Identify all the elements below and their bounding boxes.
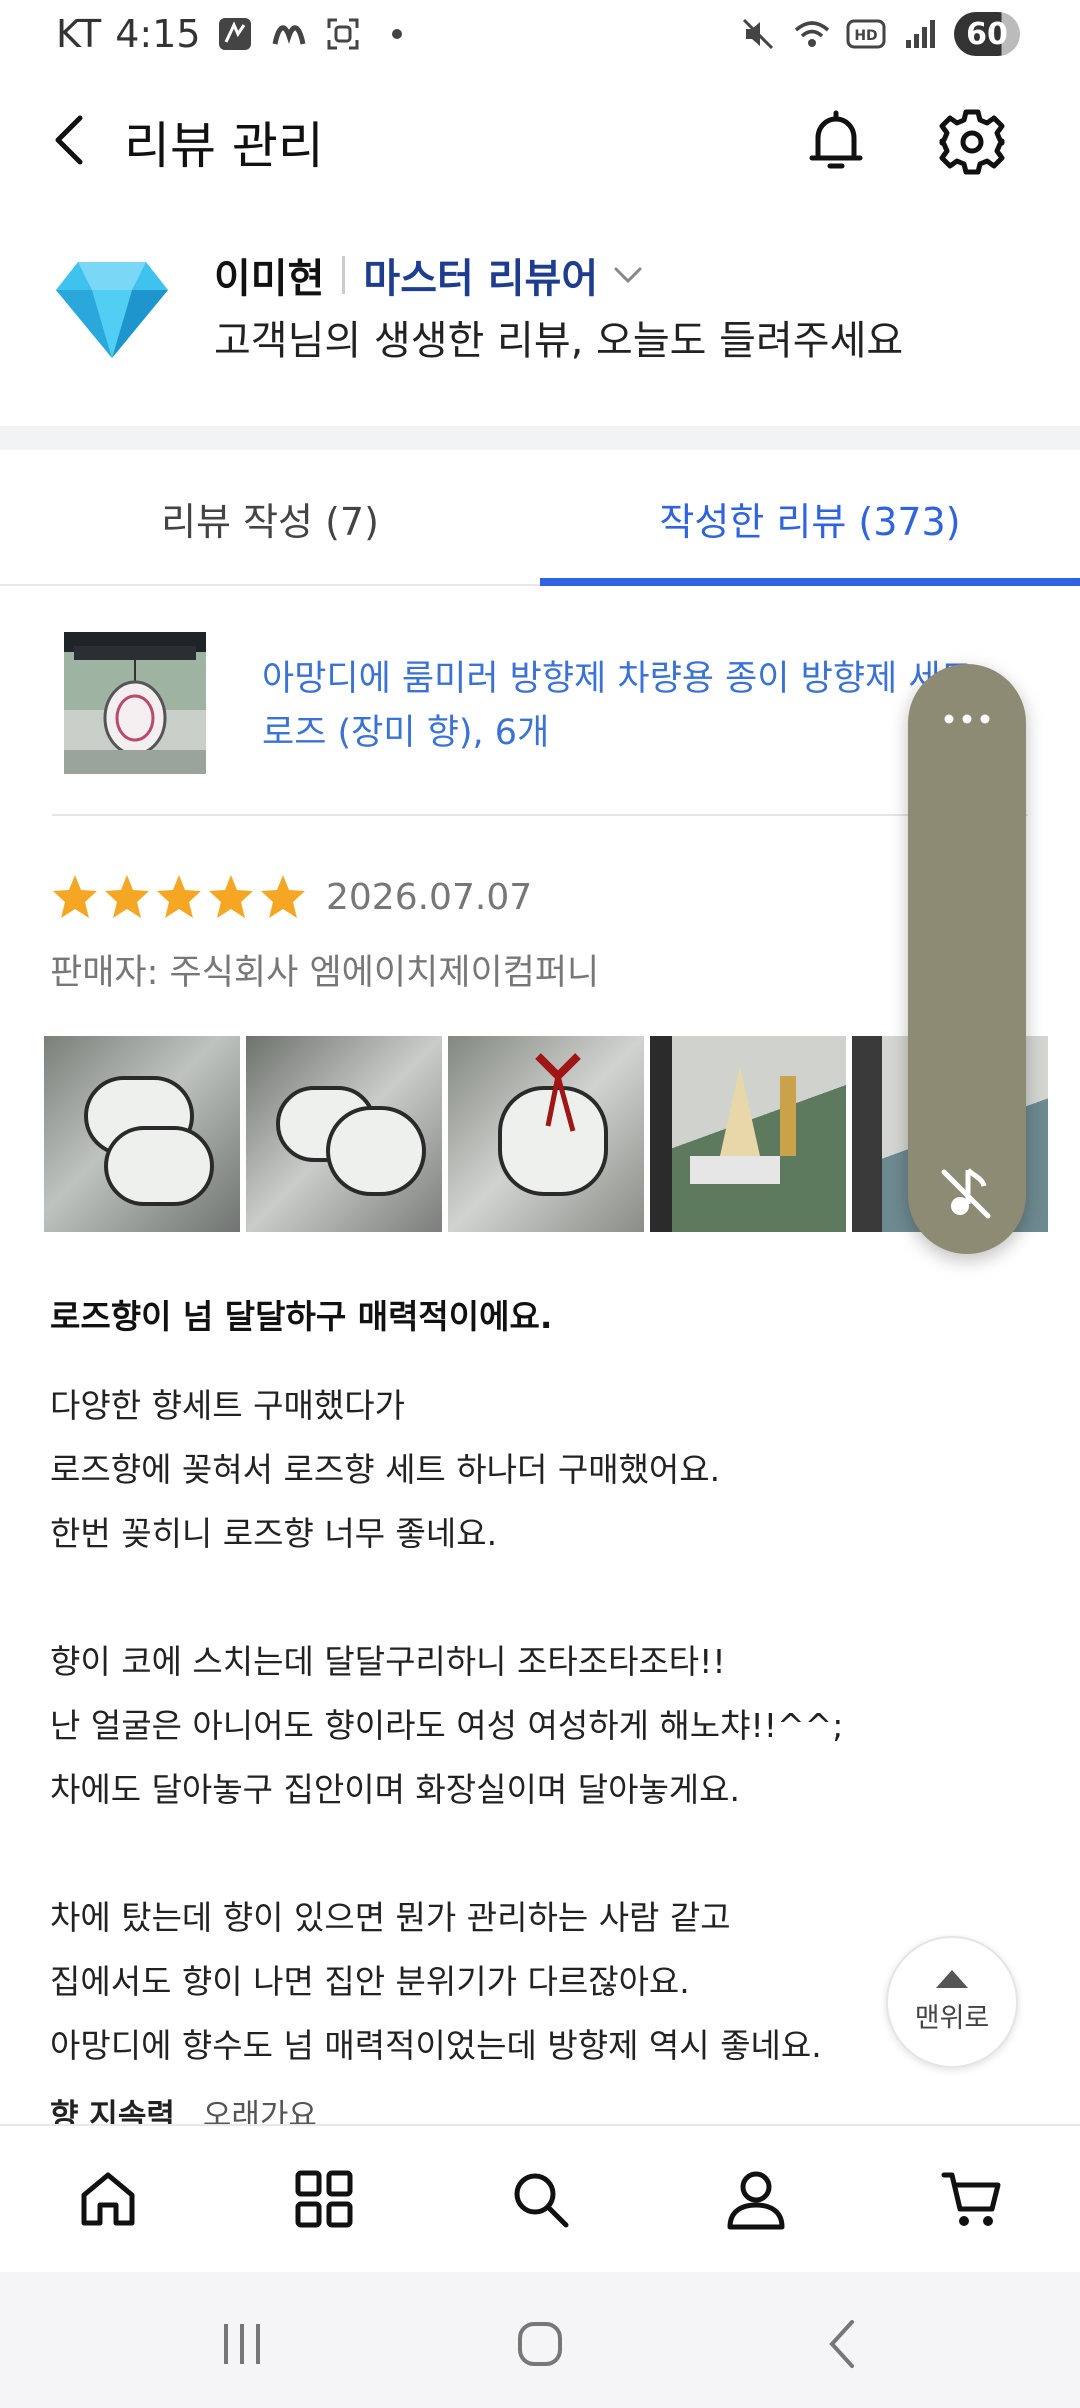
review-photo-4[interactable] [650, 1036, 846, 1232]
app-header: 리뷰 관리 [0, 88, 1080, 198]
review-line: 로즈향에 꽂혀서 로즈향 세트 하나더 구매했어요. [50, 1450, 721, 1489]
hd-icon: HD [846, 14, 886, 54]
review-blank-line [50, 1566, 1010, 1630]
home-system-button[interactable] [512, 2316, 568, 2372]
review-rating-row: 2026.07.07 [50, 872, 532, 922]
nav-home[interactable] [68, 2159, 148, 2239]
reviewer-name-row[interactable]: 이미현 마스터 리뷰어 [214, 246, 644, 304]
nav-my-page[interactable] [716, 2159, 796, 2239]
star-icon [157, 875, 201, 918]
home-icon [81, 2172, 135, 2226]
arrow-up-icon [936, 1969, 968, 1988]
star-icon [53, 875, 97, 918]
music-off-icon [941, 1168, 991, 1219]
gear-icon [939, 109, 1005, 175]
seller-name: 판매자: 주식회사 엠에이치제이컴퍼니 [50, 953, 600, 993]
search-icon [514, 2173, 569, 2228]
user-icon [727, 2171, 785, 2230]
notification-button[interactable] [800, 106, 872, 178]
review-line: 차에 탔는데 향이 있으면 뭔가 관리하는 사람 같고 [50, 1898, 731, 1937]
carrier-label: KT [56, 12, 102, 56]
tab-write-review[interactable]: 리뷰 작성 (7) [0, 450, 540, 586]
nav-cart[interactable] [932, 2159, 1012, 2239]
chevron-down-icon [614, 267, 642, 284]
scroll-to-top-label: 맨위로 [914, 2002, 990, 2034]
reviewer-grade: 마스터 리뷰어 [363, 256, 599, 302]
app-notification-icon-2 [269, 14, 309, 54]
clock: 4:15 [115, 12, 201, 56]
review-photo-2[interactable] [246, 1036, 442, 1232]
diamond-icon [52, 256, 172, 362]
star-rating [50, 872, 310, 922]
review-line: 향이 코에 스치는데 달달구리하니 조타조타조타!! [50, 1642, 726, 1681]
bottom-navigation [0, 2124, 1080, 2272]
bell-icon [809, 110, 863, 169]
review-blank-line [50, 1822, 1010, 1886]
review-photos [44, 1036, 1048, 1232]
wifi-icon [792, 14, 832, 54]
battery-indicator: 60 [954, 12, 1020, 56]
review-tabs: 리뷰 작성 (7) 작성한 리뷰 (373) [0, 450, 1080, 586]
back-button[interactable] [42, 110, 102, 170]
settings-button[interactable] [936, 106, 1008, 178]
active-tab-indicator [540, 578, 1080, 586]
more-horizontal-icon [944, 714, 990, 724]
cart-icon [941, 2172, 1001, 2226]
review-title: 로즈향이 넘 달달하구 매력적이에요. [50, 1297, 553, 1336]
star-icon [209, 875, 253, 918]
review-body: 다양한 향세트 구매했다가로즈향에 꽂혀서 로즈향 세트 하나더 구매했어요. 한… [50, 1374, 1010, 2078]
home-circle-icon [518, 2322, 562, 2366]
back-arrow-icon [829, 2320, 854, 2368]
star-icon [105, 875, 149, 918]
product-divider [52, 814, 1028, 816]
review-line: 집에서도 향이 나면 집안 분위기가 다르잖아요. [50, 1962, 690, 2001]
screenshot-icon [323, 14, 363, 54]
status-right: HD 60 [738, 12, 1020, 56]
nav-search[interactable] [500, 2159, 580, 2239]
review-line: 한번 꽂히니 로즈향 너무 좋네요. [50, 1514, 498, 1553]
app-notification-icon [215, 14, 255, 54]
music-off-button[interactable] [934, 1160, 998, 1224]
review-line: 차에도 달아놓구 집안이며 화장실이며 달아놓게요. [50, 1770, 741, 1809]
back-system-button[interactable] [816, 2316, 872, 2372]
status-left: KT 4:15 [56, 12, 417, 56]
product-thumbnail[interactable] [64, 632, 206, 774]
floating-media-panel[interactable] [908, 664, 1026, 1254]
svg-text:HD: HD [854, 28, 877, 44]
status-bar: KT 4:15 HD 60 [0, 0, 1080, 70]
chevron-left-icon [55, 115, 83, 165]
reviewer-profile: 이미현 마스터 리뷰어 고객님의 생생한 리뷰, 오늘도 들려주세요 [0, 230, 1080, 400]
more-options-button[interactable] [938, 704, 996, 734]
dot-icon [377, 14, 417, 54]
reviewer-name: 이미현 [214, 256, 325, 302]
profile-subtitle: 고객님의 생생한 리뷰, 오늘도 들려주세요 [214, 318, 904, 364]
grid-icon [295, 2170, 353, 2228]
review-photo-3[interactable] [448, 1036, 644, 1232]
review-line: 다양한 향세트 구매했다가 [50, 1386, 405, 1425]
tab-written-reviews[interactable]: 작성한 리뷰 (373) [540, 450, 1080, 586]
review-line: 난 얼굴은 아니어도 향이라도 여성 여성하게 해노챠!!^^; [50, 1706, 844, 1745]
system-navigation-bar [0, 2272, 1080, 2408]
nav-categories[interactable] [284, 2159, 364, 2239]
recent-apps-button[interactable] [214, 2316, 270, 2372]
mute-icon [738, 14, 778, 54]
page-title: 리뷰 관리 [124, 117, 324, 175]
review-line: 아망디에 향수도 넘 매력적이었는데 방향제 역시 좋네요. [50, 2026, 822, 2065]
review-photo-1[interactable] [44, 1036, 240, 1232]
section-divider [0, 426, 1080, 450]
signal-icon [900, 14, 940, 54]
recent-apps-icon [224, 2324, 260, 2364]
star-icon [261, 875, 305, 918]
review-date: 2026.07.07 [326, 876, 533, 918]
scroll-to-top-button[interactable]: 맨위로 [886, 1936, 1018, 2068]
name-divider [342, 256, 346, 294]
